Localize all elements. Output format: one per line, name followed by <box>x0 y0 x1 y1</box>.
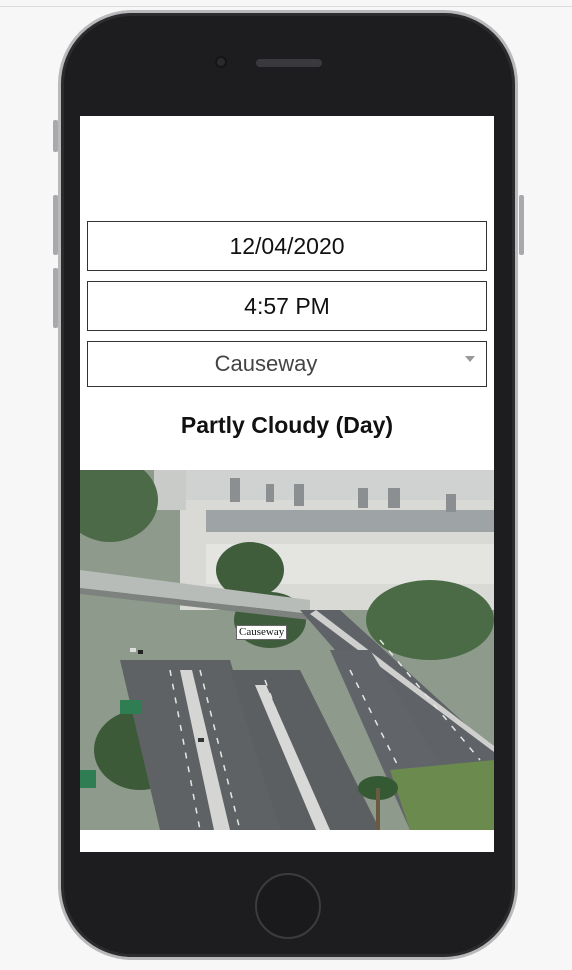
front-camera-icon <box>215 56 227 68</box>
traffic-camera-image: Causeway <box>80 470 494 830</box>
chevron-down-icon <box>465 356 475 362</box>
location-select[interactable]: Causeway <box>87 341 487 387</box>
page-divider <box>0 6 572 7</box>
app-screen: 12/04/2020 4:57 PM Causeway Partly Cloud… <box>80 116 494 852</box>
traffic-camera-scene <box>80 470 494 830</box>
date-value: 12/04/2020 <box>229 232 345 259</box>
location-selected-value: Causeway <box>214 351 318 376</box>
weather-condition: Partly Cloudy (Day) <box>180 412 394 438</box>
time-input[interactable]: 4:57 PM <box>87 281 487 331</box>
power-button <box>519 195 524 255</box>
home-button <box>255 873 321 939</box>
time-value: 4:57 PM <box>244 292 330 319</box>
camera-location-label: Causeway <box>236 625 288 640</box>
earpiece-speaker <box>256 59 322 67</box>
date-input[interactable]: 12/04/2020 <box>87 221 487 271</box>
